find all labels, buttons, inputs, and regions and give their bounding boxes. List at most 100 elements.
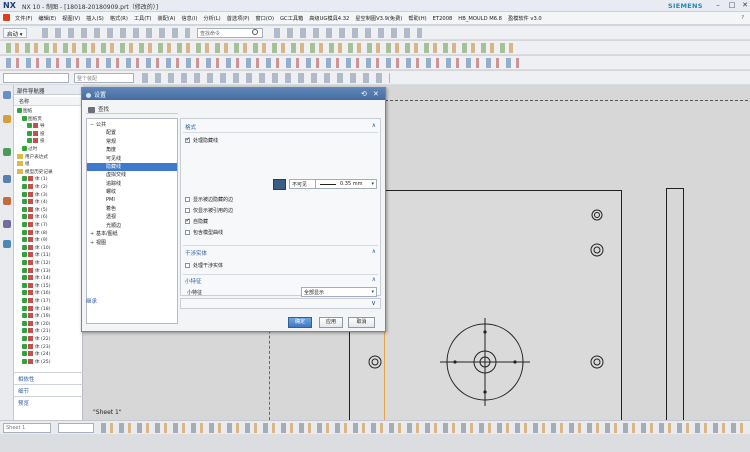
navigator-row[interactable]: 体 (24) — [14, 351, 83, 358]
settings-tree-item[interactable]: 透视 — [87, 213, 177, 221]
menu-assembly[interactable]: 装配(A) — [154, 12, 178, 24]
checkmark-icon[interactable] — [22, 176, 27, 182]
settings-tree-item[interactable]: + 基本/图纸 — [87, 230, 177, 238]
navigator-row[interactable]: 模型历史记录 — [14, 168, 83, 176]
checkmark-icon[interactable] — [22, 206, 27, 212]
navigator-row[interactable]: 图纸 — [14, 108, 83, 115]
navigator-row[interactable]: 体 (8) — [14, 229, 83, 237]
navigator-row[interactable]: 体 (11) — [14, 252, 83, 259]
part-navigator-icon[interactable] — [3, 115, 11, 123]
navigator-row[interactable]: 体 (9) — [14, 237, 83, 244]
navigator-row[interactable]: 体 (25) — [14, 358, 83, 366]
menu-info[interactable]: 信息(I) — [178, 12, 200, 24]
only-referenced-edges-checkbox[interactable]: 仅显示被引用的边 — [185, 207, 233, 214]
menu-mold-tools[interactable]: 高级UG模具4.32 — [306, 12, 352, 24]
dialog-close-icon[interactable]: ✕ — [373, 90, 379, 98]
navigator-row[interactable]: 导 — [14, 123, 83, 130]
side-rail-view[interactable] — [666, 188, 684, 420]
settings-tree-item[interactable]: 隐藏线 — [87, 163, 177, 171]
settings-tree-item[interactable]: − 公共 — [87, 121, 177, 129]
navigator-row[interactable]: 投 — [14, 138, 83, 145]
menu-app-icon[interactable] — [3, 14, 10, 21]
menu-view[interactable]: 视图(V) — [59, 12, 83, 24]
menu-analysis[interactable]: 分析(L) — [200, 12, 223, 24]
checkmark-icon[interactable] — [22, 244, 27, 250]
nav-tab-dependencies[interactable]: 相依性 — [14, 372, 83, 383]
status-field[interactable] — [58, 423, 94, 433]
nav-tab-preview[interactable]: 预览 — [14, 396, 83, 407]
menu-preferences[interactable]: 首选项(P) — [224, 12, 253, 24]
type-filter-select[interactable] — [3, 73, 69, 83]
checkmark-icon[interactable] — [17, 108, 22, 113]
folder-icon[interactable] — [17, 153, 23, 159]
navigator-row[interactable]: 体 (4) — [14, 199, 83, 206]
checkmark-icon[interactable] — [22, 252, 27, 258]
checkmark-icon[interactable] — [22, 343, 27, 349]
checkmark-icon[interactable] — [22, 184, 27, 189]
navigator-row[interactable]: 体 (19) — [14, 313, 83, 320]
menu-file[interactable]: 文件(F) — [12, 12, 35, 24]
checkmark-icon[interactable] — [22, 146, 27, 151]
navigator-row[interactable]: 体 (2) — [14, 184, 83, 191]
web-browser-icon[interactable] — [3, 175, 11, 183]
history-icon[interactable] — [3, 197, 11, 205]
navigator-row[interactable]: 用户表达式 — [14, 153, 83, 161]
navigator-row[interactable]: 体 (20) — [14, 320, 83, 328]
inherit-section-title[interactable]: 继承 — [86, 297, 97, 305]
settings-tree-item[interactable]: 螺纹 — [87, 188, 177, 196]
find-field[interactable]: 查找 — [86, 104, 178, 114]
navigator-row[interactable]: 图纸页 — [14, 115, 83, 123]
system-materials-icon[interactable] — [3, 220, 11, 228]
dialog-title-bar[interactable]: 设置 — [82, 88, 385, 100]
minimize-button[interactable]: – — [712, 1, 724, 10]
scope-filter-select[interactable]: 整个装配 — [74, 73, 134, 83]
menu-edit[interactable]: 编辑(E) — [35, 12, 59, 24]
checkmark-icon[interactable] — [22, 305, 27, 311]
checkmark-icon[interactable] — [22, 275, 27, 281]
search-icon[interactable] — [252, 29, 258, 35]
checkmark-icon[interactable] — [22, 191, 27, 197]
navigator-row[interactable]: 投 — [14, 130, 83, 138]
ok-button[interactable]: 确定 — [288, 317, 312, 328]
navigator-row[interactable]: 体 (15) — [14, 282, 83, 290]
snap-toolbar-icons[interactable] — [140, 73, 390, 83]
navigator-row[interactable]: 组 — [14, 161, 83, 168]
sheet-selector[interactable]: Sheet 1 — [3, 423, 51, 433]
folder-icon[interactable] — [17, 168, 23, 174]
show-edges-hidden-by-edges-checkbox[interactable]: 显示被边隐藏的边 — [185, 196, 233, 203]
checkmark-icon[interactable] — [22, 320, 27, 326]
checkmark-icon[interactable] — [27, 130, 32, 136]
settings-tree-item[interactable]: 着色 — [87, 205, 177, 213]
navigator-row[interactable]: 体 (21) — [14, 328, 83, 335]
checkmark-icon[interactable] — [22, 267, 27, 273]
settings-tree-item[interactable]: 常规 — [87, 138, 177, 146]
checkmark-icon[interactable] — [22, 290, 27, 296]
small-feature-select[interactable]: 全部显示 ▾ — [301, 287, 377, 297]
settings-tree-item[interactable]: 配置 — [87, 129, 177, 137]
navigator-row[interactable]: 体 (12) — [14, 260, 83, 267]
checkmark-icon[interactable] — [22, 222, 27, 227]
checkmark-icon[interactable] — [22, 115, 27, 121]
format-section-title[interactable]: 格式 — [185, 123, 196, 131]
menu-window[interactable]: 窗口(O) — [252, 12, 277, 24]
process-interference-checkbox[interactable]: 处理干涉实体 — [185, 262, 223, 269]
annotation-toolbar-icons[interactable] — [4, 58, 524, 68]
navigator-row[interactable]: 体 (18) — [14, 305, 83, 313]
navigator-row[interactable]: 体 (14) — [14, 275, 83, 282]
process-hidden-lines-checkbox[interactable]: 处理隐藏线 — [185, 136, 218, 144]
chevron-down-icon[interactable]: ∨ — [371, 299, 376, 307]
checkmark-icon[interactable] — [22, 214, 27, 220]
apply-button[interactable]: 应用 — [319, 317, 343, 328]
settings-tree-item[interactable]: 虚拟交线 — [87, 171, 177, 179]
settings-tree-item[interactable]: 角度 — [87, 146, 177, 154]
checkmark-icon[interactable] — [22, 298, 27, 303]
checkmark-icon[interactable] — [22, 282, 27, 288]
interference-section-title[interactable]: 干涉实体 — [185, 249, 207, 257]
settings-tree-item[interactable]: + 视图 — [87, 239, 177, 247]
chevron-up-icon[interactable]: ∧ — [372, 122, 376, 129]
checkbox-checked-icon[interactable] — [185, 136, 191, 143]
settings-tree-item[interactable]: 追踪线 — [87, 180, 177, 188]
checkmark-icon[interactable] — [22, 336, 27, 341]
navigator-row[interactable]: 体 (13) — [14, 267, 83, 275]
navigator-row[interactable]: 体 (16) — [14, 290, 83, 297]
